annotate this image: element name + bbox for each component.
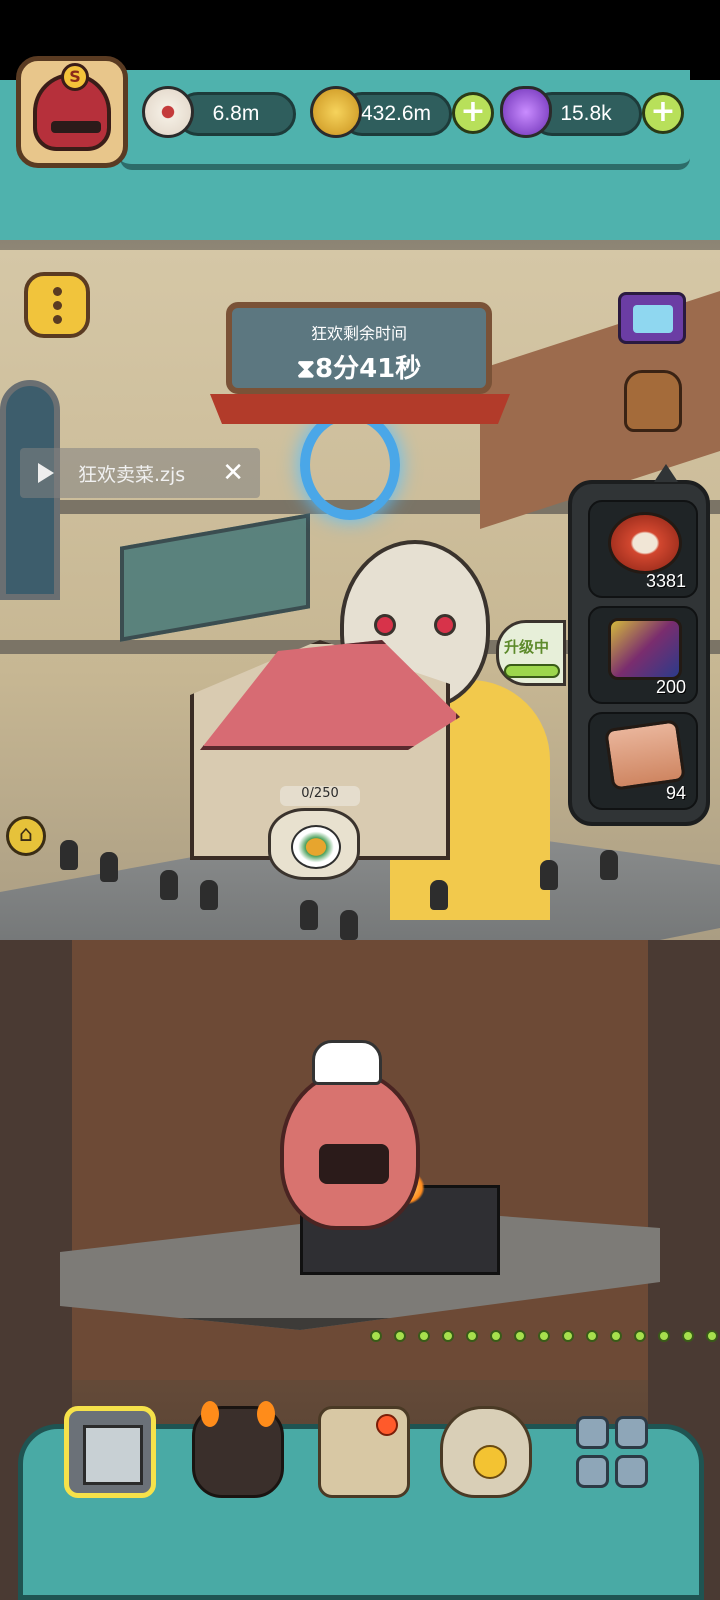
inventory-panel: 3381 200 94 xyxy=(568,464,710,826)
event-title: 狂欢剩余时间 xyxy=(310,324,407,343)
dish-progress: 0/250 xyxy=(280,786,360,806)
add-potions-button[interactable]: + xyxy=(642,92,684,134)
chef-hat xyxy=(312,1040,382,1085)
backpack-button[interactable] xyxy=(624,370,682,432)
video-ad-button[interactable] xyxy=(618,292,686,344)
add-coins-button[interactable]: + xyxy=(452,92,494,134)
inventory-slot[interactable]: 200 xyxy=(588,606,698,704)
customer xyxy=(300,900,318,930)
rank-badge: S xyxy=(61,63,89,91)
bunny-eye xyxy=(374,614,396,636)
eyes-counter: 6.8m xyxy=(176,92,296,136)
close-icon[interactable]: ✕ xyxy=(222,458,244,488)
player-avatar[interactable]: S xyxy=(16,56,128,168)
scroll-icon xyxy=(604,719,686,791)
octopus-mouth xyxy=(319,1144,389,1184)
dot-icon xyxy=(52,286,62,296)
grid-nav-button[interactable] xyxy=(566,1406,658,1498)
more-menu-button[interactable] xyxy=(24,272,90,338)
inventory-slot[interactable]: 94 xyxy=(588,712,698,810)
meat-icon xyxy=(608,512,682,574)
money-bag-nav-button[interactable] xyxy=(440,1406,532,1498)
script-overlay[interactable]: 狂欢卖菜.zjs ✕ xyxy=(20,448,260,498)
customer xyxy=(340,910,358,940)
customer xyxy=(60,840,78,870)
inventory-slot[interactable]: 3381 xyxy=(588,500,698,598)
customer xyxy=(100,852,118,882)
item-count: 94 xyxy=(665,783,686,803)
shop-nav-button[interactable] xyxy=(64,1406,156,1498)
home-button[interactable]: ⌂ xyxy=(6,816,46,856)
grid-icon xyxy=(576,1416,609,1449)
dot-icon xyxy=(52,314,62,324)
eyeball-icon xyxy=(142,86,194,138)
timer-ribbon xyxy=(210,394,510,424)
customer xyxy=(160,870,178,900)
script-name: 狂欢卖菜.zjs xyxy=(78,463,186,486)
customer xyxy=(600,850,618,880)
coin-icon xyxy=(310,86,362,138)
platform-lights xyxy=(370,1330,720,1342)
avatar-mouth xyxy=(51,121,101,133)
upgrade-progress-bar xyxy=(504,664,560,678)
avatar-monster-icon: S xyxy=(33,63,111,151)
dish-bubble[interactable] xyxy=(268,808,360,880)
octopus-chef[interactable] xyxy=(280,1070,420,1230)
play-icon[interactable] xyxy=(38,463,54,483)
grid-icon xyxy=(615,1416,648,1449)
mech-icon xyxy=(608,618,682,680)
notification-dot xyxy=(376,1414,398,1436)
customer xyxy=(540,860,558,890)
event-timer-sign: 狂欢剩余时间 ⧗8分41秒 xyxy=(226,302,492,394)
time-left-text: 8分41秒 xyxy=(314,354,422,384)
upgrade-label: 升级中 xyxy=(504,638,550,656)
bunny-eye xyxy=(434,614,456,636)
dot-icon xyxy=(52,300,62,310)
grid-icon xyxy=(576,1455,609,1488)
potion-icon xyxy=(500,86,552,138)
item-count: 200 xyxy=(655,677,686,697)
event-time-left: ⧗8分41秒 xyxy=(296,354,422,384)
customer xyxy=(200,880,218,910)
blue-portal xyxy=(300,410,400,520)
item-count: 3381 xyxy=(645,571,686,591)
grid-icon xyxy=(615,1455,648,1488)
customer xyxy=(430,880,448,910)
fire-monster-nav-button[interactable] xyxy=(192,1401,284,1498)
